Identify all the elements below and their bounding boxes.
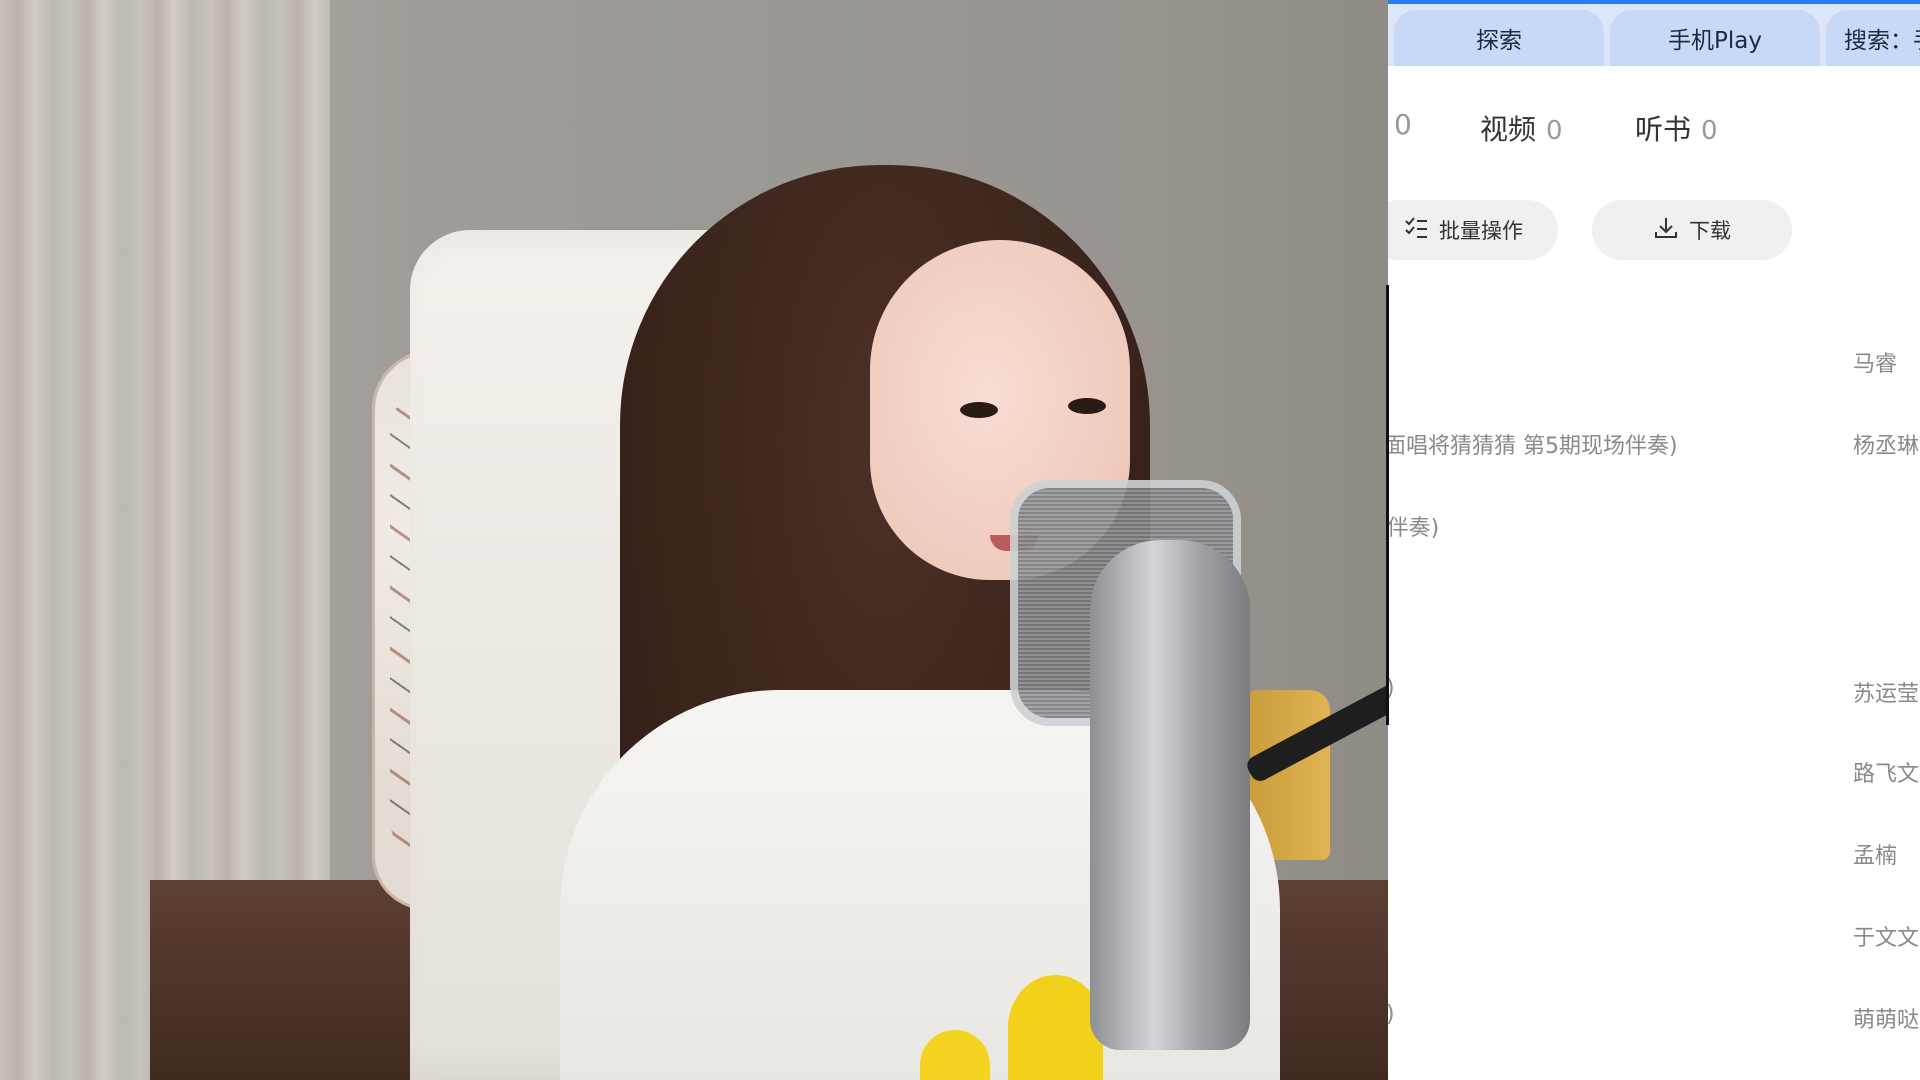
webcam-video: Teas xyxy=(0,0,1388,1080)
batch-label: 批量操作 xyxy=(1439,219,1523,243)
song-artist[interactable]: 杨丞琳 xyxy=(1853,428,1919,460)
download-icon xyxy=(1653,215,1679,246)
smiley-print xyxy=(1008,975,1103,1080)
panel-edge xyxy=(1386,285,1389,725)
partial-count: 0 xyxy=(1394,108,1412,141)
tab-explore[interactable]: 探索 xyxy=(1394,10,1604,66)
category-audiobook[interactable]: 听书 0 xyxy=(1635,108,1718,148)
download-button[interactable]: 下载 xyxy=(1592,200,1792,260)
category-count: 0 xyxy=(1701,116,1718,146)
category-label: 听书 xyxy=(1635,113,1692,146)
song-title[interactable]: ) xyxy=(1388,1002,1395,1027)
song-artist[interactable]: 孟楠 xyxy=(1853,838,1897,870)
batch-operation-button[interactable]: 批量操作 xyxy=(1388,200,1558,260)
left-eye xyxy=(960,402,998,418)
song-artist[interactable]: 于文文 xyxy=(1853,920,1919,952)
song-artist[interactable]: 萌萌哒 xyxy=(1853,1002,1919,1034)
tab-label: 搜索：手 xyxy=(1844,28,1920,54)
song-title[interactable]: 面唱将猜猜猜 第5期现场伴奏) xyxy=(1388,428,1678,460)
tab-bar: 探索 手机Play 搜索：手 xyxy=(1388,0,1920,66)
category-label: 视频 xyxy=(1480,113,1537,146)
tab-label: 手机Play xyxy=(1668,28,1762,54)
download-label: 下载 xyxy=(1689,219,1731,243)
category-video[interactable]: 视频 0 xyxy=(1480,108,1563,148)
tab-search[interactable]: 搜索：手 xyxy=(1826,10,1920,66)
right-eye xyxy=(1068,398,1106,414)
category-counts: 0 视频 0 听书 0 xyxy=(1388,108,1920,148)
song-title[interactable]: (伴奏) xyxy=(1388,510,1439,542)
song-artist[interactable]: 路飞文 xyxy=(1853,756,1919,788)
tab-label: 探索 xyxy=(1476,28,1522,54)
tab-mobile-play[interactable]: 手机Play xyxy=(1610,10,1820,66)
song-artist[interactable]: 马睿 xyxy=(1853,346,1897,378)
music-app-panel: 探索 手机Play 搜索：手 0 视频 0 听书 0 批量操作 下载 面唱将猜猜猜 … xyxy=(1388,0,1920,1080)
song-artist[interactable]: 苏运莹 xyxy=(1853,676,1919,708)
category-count: 0 xyxy=(1546,116,1563,146)
list-check-icon xyxy=(1403,215,1429,246)
microphone xyxy=(1090,540,1250,1050)
